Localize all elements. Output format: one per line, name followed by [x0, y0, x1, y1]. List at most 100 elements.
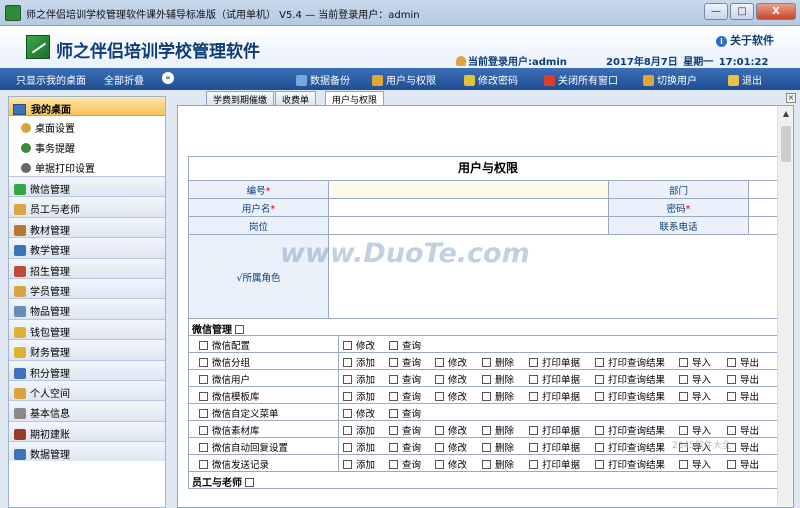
toolbar-item-1[interactable]: 用户与权限 — [372, 72, 436, 87]
toolbar-item-5[interactable]: 退出 — [728, 72, 762, 87]
permission-checkbox[interactable] — [679, 392, 688, 401]
permission-checkbox[interactable] — [435, 443, 444, 452]
permission-checkbox[interactable] — [529, 392, 538, 401]
sidebar-sub-item-0[interactable]: 桌面设置 — [9, 116, 165, 136]
collapse-all-button[interactable]: 全部折叠 — [104, 72, 144, 87]
show-desktop-button[interactable]: 只显示我的桌面 — [16, 72, 86, 87]
row-select-checkbox[interactable] — [199, 409, 208, 418]
permission-option[interactable]: 修改 — [343, 338, 375, 352]
permission-option[interactable]: 打印单据 — [529, 389, 580, 403]
row-select-checkbox[interactable] — [199, 358, 208, 367]
permission-checkbox[interactable] — [343, 392, 352, 401]
permission-option[interactable]: 修改 — [435, 457, 467, 471]
permission-checkbox[interactable] — [389, 341, 398, 350]
permission-checkbox[interactable] — [482, 375, 491, 384]
permission-option[interactable]: 打印单据 — [529, 423, 580, 437]
minimize-button[interactable]: — — [704, 3, 728, 20]
permission-checkbox[interactable] — [482, 426, 491, 435]
permission-option[interactable]: 打印查询结果 — [595, 372, 665, 386]
permission-option[interactable]: 打印查询结果 — [595, 440, 665, 454]
permission-checkbox[interactable] — [389, 358, 398, 367]
sidebar-group-4[interactable]: 招生管理 — [9, 257, 165, 278]
permission-option[interactable]: 删除 — [482, 440, 514, 454]
sidebar-group-2[interactable]: 教材管理 — [9, 216, 165, 238]
id-field[interactable] — [328, 180, 609, 199]
collapse-sidebar-icon[interactable]: « — [162, 72, 174, 84]
permission-checkbox[interactable] — [482, 443, 491, 452]
permission-option[interactable]: 修改 — [343, 406, 375, 420]
sidebar-head-my-desktop[interactable]: 我的桌面 — [9, 97, 165, 116]
permission-checkbox[interactable] — [435, 358, 444, 367]
permission-checkbox[interactable] — [679, 358, 688, 367]
toolbar-item-4[interactable]: 切换用户 — [643, 72, 697, 87]
row-select-checkbox[interactable] — [199, 375, 208, 384]
permission-checkbox[interactable] — [482, 460, 491, 469]
permission-checkbox[interactable] — [679, 375, 688, 384]
permission-checkbox[interactable] — [727, 426, 736, 435]
permission-checkbox[interactable] — [529, 426, 538, 435]
sidebar-sub-item-2[interactable]: 单据打印设置 — [9, 156, 165, 176]
permission-checkbox[interactable] — [529, 375, 538, 384]
permission-checkbox[interactable] — [343, 375, 352, 384]
permission-checkbox[interactable] — [727, 460, 736, 469]
sidebar-group-5[interactable]: 学员管理 — [9, 277, 165, 299]
permission-option[interactable]: 修改 — [435, 440, 467, 454]
tab-receipt[interactable]: 收费单 — [275, 91, 317, 106]
permission-checkbox[interactable] — [343, 443, 352, 452]
permission-checkbox[interactable] — [435, 460, 444, 469]
permission-option[interactable]: 导出 — [727, 440, 759, 454]
scroll-up-arrow[interactable]: ▲ — [778, 106, 793, 122]
permission-checkbox[interactable] — [343, 460, 352, 469]
row-select-checkbox[interactable] — [199, 460, 208, 469]
permission-checkbox[interactable] — [482, 358, 491, 367]
permission-option[interactable]: 查询 — [389, 457, 421, 471]
permission-option[interactable]: 查询 — [389, 372, 421, 386]
permission-option[interactable]: 删除 — [482, 423, 514, 437]
sidebar-group-8[interactable]: 财务管理 — [9, 339, 165, 360]
permission-option[interactable]: 修改 — [435, 372, 467, 386]
permission-checkbox[interactable] — [389, 426, 398, 435]
permission-checkbox[interactable] — [389, 409, 398, 418]
sidebar-group-7[interactable]: 钱包管理 — [9, 318, 165, 340]
permission-checkbox[interactable] — [529, 443, 538, 452]
sidebar-group-11[interactable]: 基本信息 — [9, 400, 165, 421]
permission-option[interactable]: 删除 — [482, 389, 514, 403]
permission-option[interactable]: 修改 — [435, 355, 467, 369]
permission-option[interactable]: 删除 — [482, 457, 514, 471]
scrollbar-thumb[interactable] — [781, 126, 791, 162]
permission-checkbox[interactable] — [389, 375, 398, 384]
permission-checkbox[interactable] — [435, 426, 444, 435]
permission-checkbox[interactable] — [343, 358, 352, 367]
tab-tuition-reminder[interactable]: 学费到期催缴 — [206, 91, 275, 106]
permission-option[interactable]: 查询 — [389, 355, 421, 369]
permission-option[interactable]: 导出 — [727, 389, 759, 403]
about-link[interactable]: i 关于软件 — [716, 32, 774, 48]
permission-option[interactable]: 打印查询结果 — [595, 355, 665, 369]
permission-option[interactable]: 删除 — [482, 372, 514, 386]
permission-option[interactable]: 导入 — [679, 457, 711, 471]
row-select-checkbox[interactable] — [199, 426, 208, 435]
permission-option[interactable]: 查询 — [389, 338, 421, 352]
sidebar-sub-item-1[interactable]: 事务提醒 — [9, 136, 165, 156]
permission-checkbox[interactable] — [529, 358, 538, 367]
permission-option[interactable]: 添加 — [343, 440, 375, 454]
permission-option[interactable]: 打印单据 — [529, 355, 580, 369]
permission-option[interactable]: 打印单据 — [529, 440, 580, 454]
toolbar-item-0[interactable]: 数据备份 — [296, 72, 350, 87]
permission-checkbox[interactable] — [343, 409, 352, 418]
section-wechat-checkbox[interactable] — [235, 325, 244, 334]
permission-option[interactable]: 添加 — [343, 423, 375, 437]
permission-option[interactable]: 导出 — [727, 372, 759, 386]
permission-option[interactable]: 导出 — [727, 355, 759, 369]
permission-option[interactable]: 导出 — [727, 457, 759, 471]
row-select-checkbox[interactable] — [199, 341, 208, 350]
sidebar-group-12[interactable]: 期初建账 — [9, 420, 165, 442]
permission-checkbox[interactable] — [595, 392, 604, 401]
permission-option[interactable]: 导入 — [679, 355, 711, 369]
permission-checkbox[interactable] — [727, 392, 736, 401]
permission-checkbox[interactable] — [389, 460, 398, 469]
permission-checkbox[interactable] — [595, 426, 604, 435]
sidebar-group-1[interactable]: 员工与老师 — [9, 196, 165, 217]
vertical-scrollbar[interactable]: ▲ — [777, 106, 793, 507]
permission-option[interactable]: 打印单据 — [529, 372, 580, 386]
